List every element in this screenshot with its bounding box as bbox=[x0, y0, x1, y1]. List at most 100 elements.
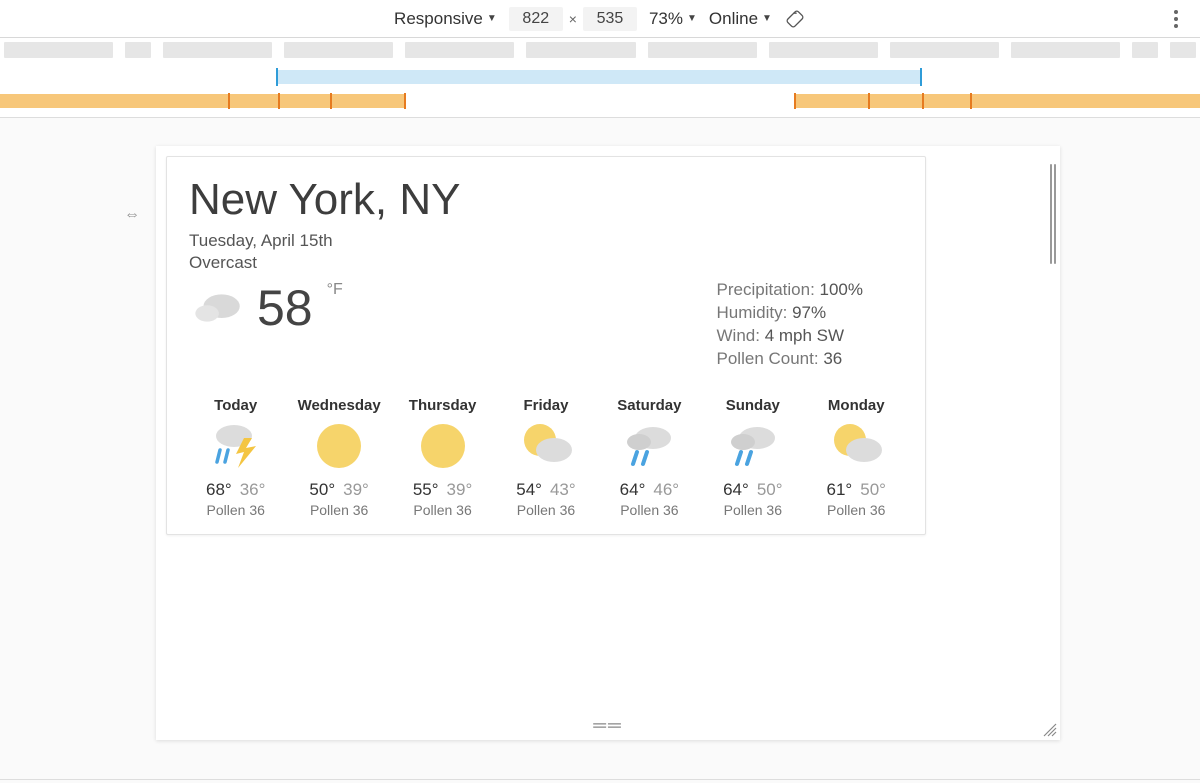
pollen-label: Pollen Count: bbox=[717, 349, 824, 368]
rain-cloud-icon bbox=[603, 420, 696, 472]
forecast-day-name: Sunday bbox=[706, 397, 799, 414]
media-query-bars bbox=[0, 64, 1200, 118]
dimensions-group: × bbox=[509, 7, 637, 31]
current-temp: 58 bbox=[257, 279, 313, 337]
media-query-bar-min[interactable] bbox=[794, 94, 1200, 108]
forecast-day-name: Wednesday bbox=[292, 397, 385, 414]
media-query-tick bbox=[404, 93, 406, 109]
wind-label: Wind: bbox=[717, 326, 765, 345]
media-query-tick bbox=[276, 68, 278, 86]
rain-cloud-icon bbox=[706, 420, 799, 472]
forecast-low: 46° bbox=[653, 480, 679, 499]
more-options-button[interactable] bbox=[1166, 8, 1186, 30]
forecast-day: Sunday 64° 50° Pollen 36 bbox=[706, 397, 799, 518]
ruler-segment bbox=[1132, 42, 1158, 58]
throttling-dropdown[interactable]: Online ▼ bbox=[709, 9, 772, 29]
device-preset-dropdown[interactable]: Responsive ▼ bbox=[394, 9, 497, 29]
temp-unit: °F bbox=[327, 281, 343, 299]
forecast-high: 54° bbox=[516, 480, 542, 499]
forecast-high: 64° bbox=[620, 480, 646, 499]
sun-icon bbox=[292, 420, 385, 472]
current-conditions: 58 °F Precipitation: 100% Humidity: 97% … bbox=[189, 279, 903, 371]
forecast-pollen: Pollen 36 bbox=[810, 502, 903, 518]
dot-icon bbox=[1174, 24, 1178, 28]
ruler-segment bbox=[890, 42, 999, 58]
viewport-height-input[interactable] bbox=[583, 7, 637, 31]
partly-sun-icon bbox=[499, 420, 592, 472]
forecast-day-name: Today bbox=[189, 397, 282, 414]
forecast-low: 39° bbox=[447, 480, 473, 499]
forecast-row: Today 68° 36° Pollen 36 Wednesday 50° 39° Polle… bbox=[189, 397, 903, 518]
precip-label: Precipitation: bbox=[717, 280, 820, 299]
media-query-tick bbox=[228, 93, 230, 109]
scrollbar-vertical[interactable] bbox=[1050, 164, 1058, 264]
emulated-viewport: ══ New York, NY Tuesday, April 15th Over… bbox=[156, 146, 1060, 740]
ruler-segment bbox=[284, 42, 393, 58]
media-query-tick bbox=[278, 93, 280, 109]
forecast-day-name: Monday bbox=[810, 397, 903, 414]
city-title: New York, NY bbox=[189, 175, 903, 225]
ruler-segment bbox=[163, 42, 272, 58]
zoom-dropdown[interactable]: 73% ▼ bbox=[649, 9, 697, 29]
forecast-pollen: Pollen 36 bbox=[292, 502, 385, 518]
width-ruler bbox=[0, 38, 1200, 62]
panel-divider[interactable] bbox=[0, 779, 1200, 783]
forecast-low: 36° bbox=[240, 480, 266, 499]
humidity-value: 97% bbox=[792, 303, 826, 322]
media-query-tick bbox=[920, 68, 922, 86]
ruler-segment bbox=[405, 42, 514, 58]
viewport-width-input[interactable] bbox=[509, 7, 563, 31]
device-preset-label: Responsive bbox=[394, 9, 483, 29]
pollen-value: 36 bbox=[823, 349, 842, 368]
date-line: Tuesday, April 15th bbox=[189, 231, 903, 251]
ruler-segment bbox=[526, 42, 635, 58]
weather-card: New York, NY Tuesday, April 15th Overcas… bbox=[166, 156, 926, 535]
dot-icon bbox=[1174, 17, 1178, 21]
forecast-low: 39° bbox=[343, 480, 369, 499]
rotate-button[interactable] bbox=[784, 8, 806, 30]
storm-icon bbox=[189, 420, 282, 472]
precip-value: 100% bbox=[820, 280, 863, 299]
devtools-device-mode: Responsive ▼ × 73% ▼ Online ▼ bbox=[0, 0, 1200, 783]
forecast-day: Monday61°50°Pollen 36 bbox=[810, 397, 903, 518]
forecast-high: 68° bbox=[206, 480, 232, 499]
resize-horizontal-icon[interactable]: ⇔ bbox=[124, 206, 140, 224]
forecast-high: 50° bbox=[309, 480, 335, 499]
media-query-bar-max[interactable] bbox=[278, 70, 922, 84]
rotate-icon bbox=[785, 9, 805, 29]
chevron-down-icon: ▼ bbox=[687, 13, 697, 24]
overcast-icon bbox=[189, 284, 247, 332]
dot-icon bbox=[1174, 10, 1178, 14]
ruler-segment bbox=[125, 42, 151, 58]
ruler-segment bbox=[1170, 42, 1196, 58]
forecast-high: 64° bbox=[723, 480, 749, 499]
condition-line: Overcast bbox=[189, 253, 903, 273]
zoom-label: 73% bbox=[649, 9, 683, 29]
forecast-day: Saturday64°46°Pollen 36 bbox=[603, 397, 696, 518]
forecast-pollen: Pollen 36 bbox=[706, 502, 799, 518]
media-query-tick bbox=[794, 93, 796, 109]
forecast-day: Wednesday 50° 39° Pollen 36 bbox=[292, 397, 385, 518]
ruler-segment bbox=[648, 42, 757, 58]
dimension-separator: × bbox=[569, 11, 577, 27]
forecast-pollen: Pollen 36 bbox=[396, 502, 489, 518]
media-query-tick bbox=[922, 93, 924, 109]
media-query-bar-min[interactable] bbox=[0, 94, 406, 108]
humidity-label: Humidity: bbox=[717, 303, 793, 322]
media-query-tick bbox=[330, 93, 332, 109]
wind-value: 4 mph SW bbox=[765, 326, 844, 345]
resize-handle-bottom[interactable]: ══ bbox=[593, 715, 623, 736]
forecast-low: 50° bbox=[757, 480, 783, 499]
ruler-segment bbox=[769, 42, 878, 58]
forecast-day-name: Saturday bbox=[603, 397, 696, 414]
forecast-high: 61° bbox=[827, 480, 853, 499]
forecast-pollen: Pollen 36 bbox=[499, 502, 592, 518]
throttling-label: Online bbox=[709, 9, 758, 29]
forecast-day: Today 68° 36° Pollen 36 bbox=[189, 397, 282, 518]
forecast-day: Thursday55°39°Pollen 36 bbox=[396, 397, 489, 518]
resize-handle-corner[interactable] bbox=[1042, 722, 1058, 738]
forecast-pollen: Pollen 36 bbox=[189, 502, 282, 518]
chevron-down-icon: ▼ bbox=[487, 13, 497, 24]
forecast-low: 43° bbox=[550, 480, 576, 499]
ruler-segment bbox=[4, 42, 113, 58]
